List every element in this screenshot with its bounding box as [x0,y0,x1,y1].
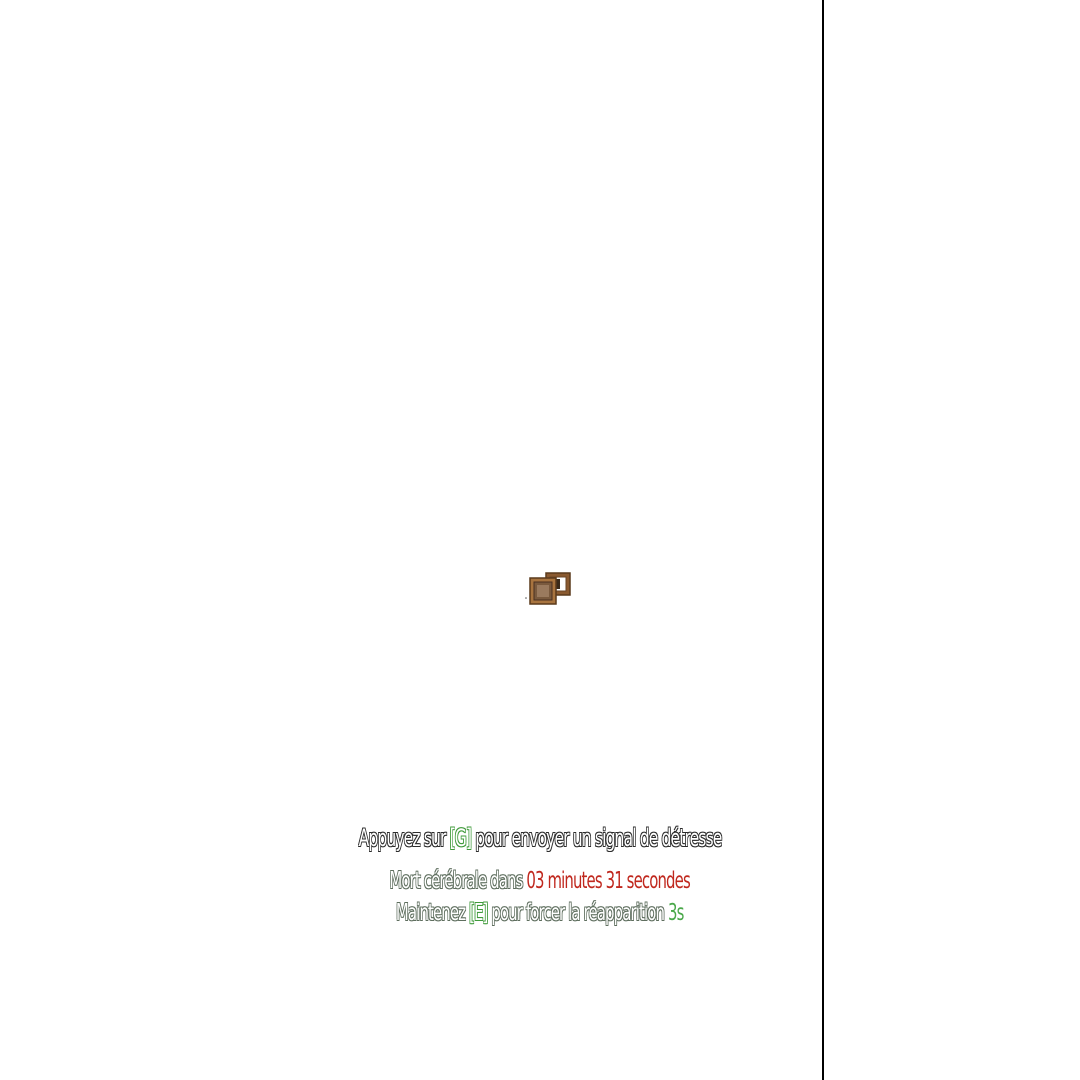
force-respawn-prompt: Maintenez [E] pour forcer la réapparitio… [0,900,1080,926]
respawn-prompt-before: Maintenez [396,900,470,926]
crate-icon [525,572,571,605]
distress-prompt-after: pour envoyer un signal de détresse [471,824,722,852]
respawn-prompt-middle: pour forcer la réapparition [487,900,669,926]
distress-signal-prompt: Appuyez sur [G] pour envoyer un signal d… [0,824,1080,852]
distress-key-hint: [G] [449,824,472,852]
brain-death-label: Mort cérébrale dans [389,868,527,894]
brain-death-countdown: 03 minutes 31 secondes [526,868,691,894]
game-viewport: Appuyez sur [G] pour envoyer un signal d… [0,0,1080,1080]
distress-prompt-before: Appuyez sur [358,824,450,852]
respawn-key-hint: [E] [469,900,488,926]
respawn-countdown: 3s [668,900,684,926]
brain-death-timer: Mort cérébrale dans 03 minutes 31 second… [0,868,1080,894]
